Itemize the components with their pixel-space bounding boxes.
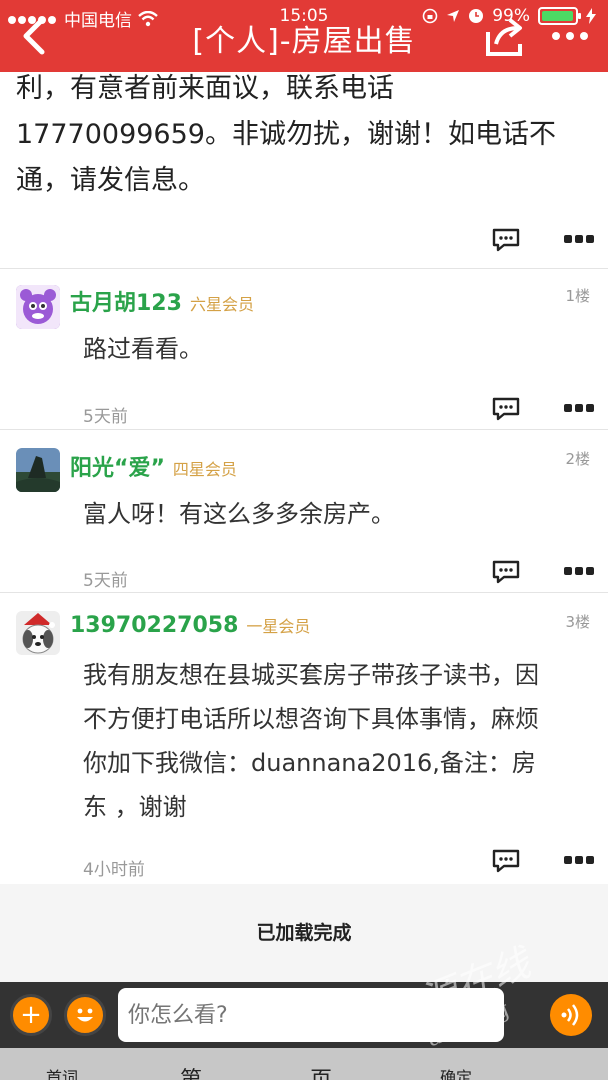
floor-number: 2楼 <box>565 450 590 468</box>
comment-item: 阳光“爱” 四星会员 2楼 富人呀！有这么多多余房产。 5天前 <box>0 430 608 592</box>
comment-text-line: 不方便打电话所以想咨询下具体事情，麻烦 <box>83 705 539 733</box>
reply-icon[interactable] <box>492 849 520 873</box>
username-text[interactable]: 13970227058 <box>70 613 238 638</box>
comment-text-line: 东 ，谢谢 <box>83 793 187 821</box>
more-options-icon[interactable] <box>564 856 594 866</box>
comment-text-line: 我有朋友想在县城买套房子带孩子读书，因 <box>83 661 539 689</box>
comment-actions <box>492 397 594 421</box>
more-menu-button[interactable] <box>546 26 594 46</box>
comment-item: 13970227058 一星会员 3楼 我有朋友想在县城买套房子带孩子读书，因 不… <box>0 593 608 883</box>
add-attachment-button[interactable]: + <box>10 994 52 1036</box>
more-icon-dot <box>566 32 574 40</box>
post-body: 利，有意者前来面议，联系电话 17770099659。非诚勿扰，谢谢！如电话不 … <box>0 72 608 204</box>
avatar-image <box>16 285 60 329</box>
comment-username[interactable]: 13970227058 一星会员 <box>70 613 310 638</box>
comment-actions <box>492 849 594 873</box>
more-icon-dot <box>552 32 560 40</box>
keyboard-hint[interactable]: 确定 <box>440 1064 472 1080</box>
comment-icon[interactable] <box>492 228 520 252</box>
voice-input-button[interactable] <box>550 994 592 1036</box>
emoji-button[interactable] <box>64 994 106 1036</box>
post-line: 通，请发信息。 <box>16 165 205 196</box>
load-status: 已加载完成 <box>0 884 608 982</box>
more-options-icon[interactable] <box>564 567 594 577</box>
comment-item: 古月胡123 六星会员 1楼 路过看看。 5天前 <box>0 269 608 429</box>
reply-icon[interactable] <box>492 397 520 421</box>
reply-icon[interactable] <box>492 560 520 584</box>
more-options-icon[interactable] <box>564 404 594 414</box>
keyboard-hint[interactable]: 第 <box>180 1062 202 1080</box>
comment-text: 富人呀！有这么多多余房产。 <box>83 500 395 528</box>
avatar[interactable] <box>16 285 60 329</box>
post-line: 利，有意者前来面议，联系电话 <box>16 73 394 104</box>
comment-time: 5天前 <box>83 407 128 427</box>
top-header: 中国电信 15:05 99% [个人]-房屋出售 <box>0 0 608 72</box>
avatar-image <box>16 611 60 655</box>
member-rank: 一星会员 <box>246 617 311 636</box>
comment-input[interactable] <box>118 988 504 1042</box>
more-options-icon[interactable] <box>564 235 594 245</box>
avatar[interactable] <box>16 448 60 492</box>
avatar[interactable] <box>16 611 60 655</box>
floor-number: 1楼 <box>565 287 590 305</box>
keyboard-hint[interactable]: 页 <box>310 1062 332 1080</box>
member-rank: 六星会员 <box>189 295 254 314</box>
smiley-icon <box>77 1008 93 1022</box>
comment-time: 5天前 <box>83 571 128 591</box>
avatar-image <box>16 448 60 492</box>
floor-number: 3楼 <box>565 613 590 631</box>
share-icon <box>486 18 522 56</box>
comment-actions <box>492 560 594 584</box>
thread-content[interactable]: 利，有意者前来面议，联系电话 17770099659。非诚勿扰，谢谢！如电话不 … <box>0 72 608 982</box>
username-text[interactable]: 古月胡123 <box>70 291 182 316</box>
member-rank: 四星会员 <box>172 460 237 479</box>
comment-time: 4小时前 <box>83 860 145 880</box>
keyboard-hint[interactable]: 首词 <box>46 1064 78 1080</box>
share-button[interactable] <box>482 14 526 58</box>
post-line: 17770099659。非诚勿扰，谢谢！如电话不 <box>16 119 556 150</box>
comment-input-bar: + <box>0 982 608 1048</box>
comment-text: 我有朋友想在县城买套房子带孩子读书，因 不方便打电话所以想咨询下具体事情，麻烦 … <box>83 653 590 829</box>
comment-text: 路过看看。 <box>83 335 203 363</box>
comment-username[interactable]: 阳光“爱” 四星会员 <box>70 450 237 482</box>
plus-icon: + <box>20 1000 42 1030</box>
voice-icon <box>561 1004 579 1026</box>
username-text[interactable]: 阳光“爱” <box>70 456 165 481</box>
more-icon-dot <box>580 32 588 40</box>
post-actions <box>492 228 594 252</box>
comment-text-line: 你加下我微信：duannana2016,备注：房 <box>83 749 536 777</box>
keyboard-suggestion-strip: 首词 第 页 确定 <box>0 1048 608 1080</box>
comment-username[interactable]: 古月胡123 六星会员 <box>70 285 254 317</box>
